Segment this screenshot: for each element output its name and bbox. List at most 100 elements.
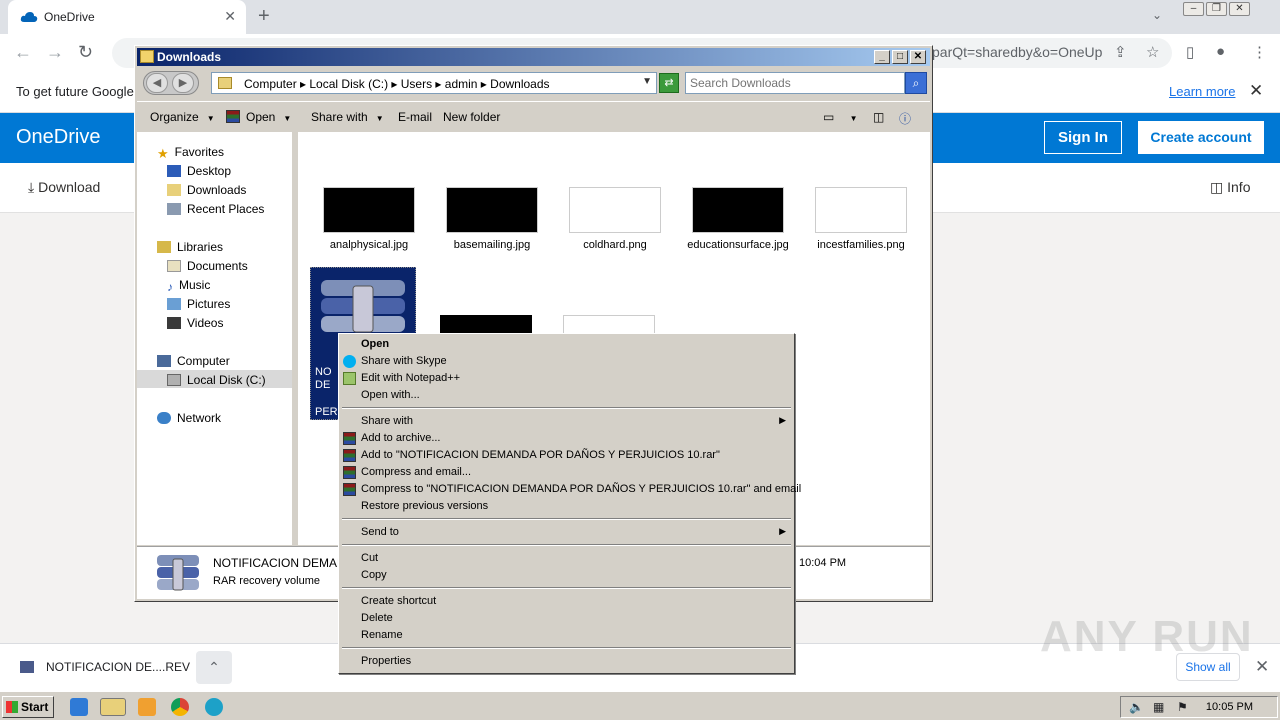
profile-icon[interactable]: ● bbox=[1216, 43, 1225, 60]
download-button[interactable]: ⤓ Download bbox=[28, 179, 100, 196]
tab-search-icon[interactable]: ⌄ bbox=[1152, 8, 1162, 22]
share-with-button[interactable]: Share with ▼ bbox=[311, 110, 384, 124]
forward-icon[interactable]: ▶ bbox=[172, 73, 194, 93]
close-icon[interactable]: ✕ bbox=[910, 50, 926, 64]
menu-item-properties[interactable]: Properties bbox=[339, 653, 794, 670]
info-bar-close-icon[interactable]: ✕ bbox=[1249, 81, 1263, 101]
download-options-icon[interactable]: ⌃ bbox=[196, 651, 232, 684]
tab-close-icon[interactable]: ✕ bbox=[224, 8, 236, 25]
preview-pane-icon[interactable]: ◫ bbox=[873, 110, 884, 124]
bookmark-star-icon[interactable]: ☆ bbox=[1146, 43, 1159, 61]
menu-item-delete[interactable]: Delete bbox=[339, 610, 794, 627]
new-folder-button[interactable]: New folder bbox=[443, 110, 500, 124]
submenu-arrow-icon: ▶ bbox=[779, 415, 786, 425]
menu-item-edit-notepad[interactable]: Edit with Notepad++ bbox=[339, 370, 794, 387]
forward-icon[interactable]: → bbox=[46, 42, 64, 63]
explorer-icon[interactable] bbox=[100, 698, 126, 716]
info-button[interactable]: ◫ Info bbox=[1210, 179, 1250, 196]
nav-music[interactable]: ♪ Music bbox=[167, 278, 210, 294]
menu-item-copy[interactable]: Copy bbox=[339, 567, 794, 584]
nav-recent-places[interactable]: Recent Places bbox=[167, 202, 264, 216]
nav-documents[interactable]: Documents bbox=[167, 259, 248, 273]
organize-button[interactable]: Organize ▼ bbox=[150, 110, 215, 124]
libraries-icon bbox=[157, 241, 171, 253]
menu-icon[interactable]: ⋮ bbox=[1252, 43, 1267, 61]
back-icon[interactable]: ◀ bbox=[146, 73, 168, 93]
menu-item-rename[interactable]: Rename bbox=[339, 627, 794, 644]
refresh-icon[interactable]: ⇄ bbox=[659, 73, 679, 93]
email-button[interactable]: E-mail bbox=[398, 110, 432, 124]
menu-item-compress-rar-email[interactable]: Compress to "NOTIFICACION DEMANDA POR DA… bbox=[339, 481, 801, 498]
views-icon[interactable]: ▭ ▼ bbox=[823, 110, 858, 124]
explorer-titlebar[interactable]: Downloads _ □ ✕ bbox=[137, 48, 930, 66]
back-icon[interactable]: ← bbox=[14, 42, 32, 63]
menu-item-add-to-rar[interactable]: Add to "NOTIFICACION DEMANDA POR DAÑOS Y… bbox=[339, 447, 794, 464]
file-name: educationsurface.jpg bbox=[687, 239, 789, 251]
share-icon[interactable]: ⇪ bbox=[1114, 43, 1127, 61]
clock: 10:05 PM bbox=[1205, 701, 1253, 713]
menu-separator bbox=[342, 587, 791, 589]
nav-computer[interactable]: Computer bbox=[157, 354, 230, 368]
nav-local-disk[interactable]: Local Disk (C:) bbox=[167, 373, 266, 387]
breadcrumb-path[interactable]: Computer ▸ Local Disk (C:) ▸ Users ▸ adm… bbox=[244, 77, 550, 91]
windows-flag-icon bbox=[6, 701, 18, 713]
nav-videos[interactable]: Videos bbox=[167, 316, 223, 330]
file-item[interactable]: coldhard.png bbox=[560, 187, 670, 251]
nav-favorites[interactable]: ★ Favorites bbox=[157, 145, 224, 161]
menu-item-open-with[interactable]: Open with... bbox=[339, 387, 794, 404]
restore-icon[interactable]: ❐ bbox=[1206, 2, 1227, 16]
nav-libraries[interactable]: Libraries bbox=[157, 240, 223, 254]
learn-more-link[interactable]: Learn more bbox=[1169, 84, 1235, 99]
close-icon[interactable]: ✕ bbox=[1229, 2, 1250, 16]
minimize-icon[interactable]: – bbox=[1183, 2, 1204, 16]
menu-item-open[interactable]: Open bbox=[339, 336, 794, 353]
watermark: ANY RUN bbox=[1040, 612, 1254, 661]
nav-libraries-label: Libraries bbox=[177, 240, 224, 254]
menu-item-label: Rename bbox=[361, 629, 403, 641]
open-button[interactable]: Open ▼ bbox=[226, 110, 291, 124]
info-panel-icon: ◫ bbox=[1210, 179, 1228, 195]
menu-item-add-archive[interactable]: Add to archive... bbox=[339, 430, 794, 447]
search-field[interactable] bbox=[685, 72, 905, 94]
nav-network[interactable]: Network bbox=[157, 411, 221, 425]
breadcrumb[interactable]: Computer ▸ Local Disk (C:) ▸ Users ▸ adm… bbox=[211, 72, 657, 94]
nav-downloads[interactable]: Downloads bbox=[167, 183, 246, 197]
chrome-icon[interactable] bbox=[171, 698, 189, 716]
menu-item-send-to[interactable]: Send to ▶ bbox=[339, 524, 794, 541]
file-item[interactable]: incestfamilies.png bbox=[806, 187, 916, 251]
volume-icon[interactable]: 🔈 bbox=[1129, 700, 1144, 714]
menu-item-share-with[interactable]: Share with ▶ bbox=[339, 413, 794, 430]
file-name: coldhard.png bbox=[583, 239, 647, 251]
nav-pictures[interactable]: Pictures bbox=[167, 297, 230, 311]
media-player-icon[interactable] bbox=[138, 698, 156, 716]
download-item[interactable]: NOTIFICACION DE....REV bbox=[20, 660, 190, 674]
create-account-button[interactable]: Create account bbox=[1138, 121, 1264, 154]
menu-item-compress-email[interactable]: Compress and email... bbox=[339, 464, 794, 481]
reload-icon[interactable]: ↻ bbox=[78, 42, 93, 63]
chevron-down-icon[interactable]: ▼ bbox=[642, 76, 652, 87]
network-icon[interactable]: ▦ bbox=[1153, 700, 1164, 714]
new-tab-icon[interactable]: + bbox=[258, 5, 270, 28]
file-item[interactable]: basemailing.jpg bbox=[437, 187, 547, 251]
file-item[interactable]: analphysical.jpg bbox=[314, 187, 424, 251]
edge-icon[interactable] bbox=[205, 698, 223, 716]
search-icon[interactable]: ⌕ bbox=[905, 72, 927, 94]
minimize-icon[interactable]: _ bbox=[874, 50, 890, 64]
menu-item-restore[interactable]: Restore previous versions bbox=[339, 498, 794, 515]
tab-onedrive[interactable]: OneDrive ✕ bbox=[8, 0, 246, 34]
sign-in-button[interactable]: Sign In bbox=[1044, 121, 1122, 154]
flag-icon[interactable]: ⚑ bbox=[1177, 700, 1188, 714]
ie-icon[interactable] bbox=[70, 698, 88, 716]
menu-item-share-skype[interactable]: Share with Skype bbox=[339, 353, 794, 370]
search-input[interactable] bbox=[686, 73, 866, 93]
help-icon[interactable]: ⓘ bbox=[899, 110, 911, 127]
maximize-icon[interactable]: □ bbox=[892, 50, 908, 64]
file-item[interactable]: educationsurface.jpg bbox=[683, 187, 793, 251]
close-shelf-icon[interactable]: ✕ bbox=[1255, 657, 1269, 677]
menu-item-cut[interactable]: Cut bbox=[339, 550, 794, 567]
start-button[interactable]: Start bbox=[2, 696, 54, 718]
onedrive-brand[interactable]: OneDrive bbox=[16, 126, 100, 149]
menu-item-create-shortcut[interactable]: Create shortcut bbox=[339, 593, 794, 610]
nav-desktop[interactable]: Desktop bbox=[167, 164, 231, 178]
side-panel-icon[interactable]: ▯ bbox=[1186, 43, 1194, 61]
